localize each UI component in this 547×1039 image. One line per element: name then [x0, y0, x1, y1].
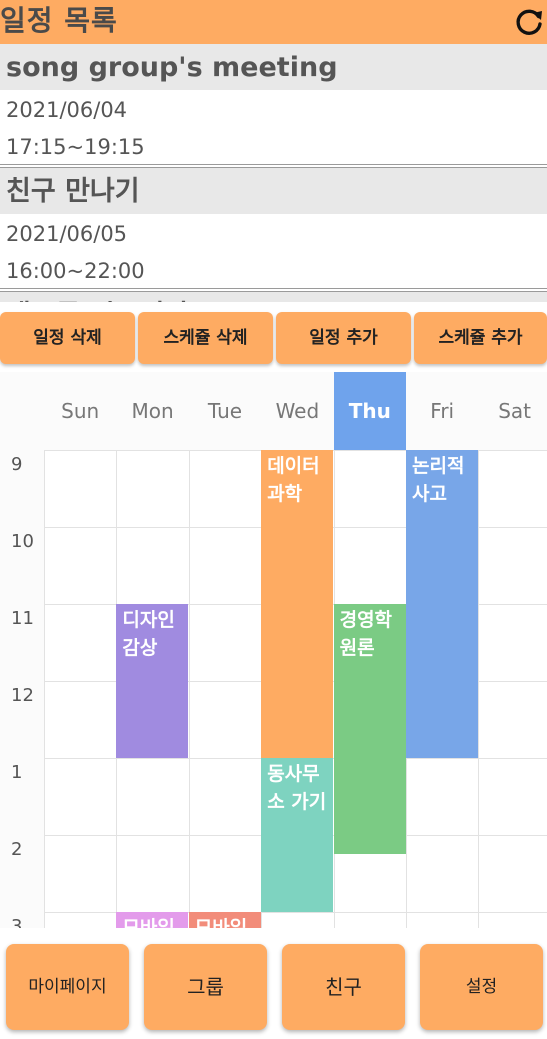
grid-column-line — [478, 450, 480, 928]
refresh-icon[interactable] — [513, 6, 545, 38]
schedule-title: 캡스톤 시드니카 — [0, 292, 547, 302]
schedule-time: 17:15~19:15 — [6, 135, 145, 159]
hour-label: 1 — [11, 762, 23, 783]
schedule-date: 2021/06/05 — [6, 222, 128, 246]
timetable-grid[interactable]: 데이터 과학 논리적 사고 디자인 감상 경영학 원론 동사무 소 가기 모바일 모바일 — [44, 450, 547, 928]
bottom-nav: 마이페이지 그룹 친구 설정 — [0, 928, 547, 1039]
schedule-item[interactable]: 캡스톤 시드니카 — [0, 292, 547, 302]
schedule-item[interactable]: 친구 만나기 2021/06/05 16:00~22:00 — [0, 168, 547, 292]
timetable[interactable]: Sun Mon Tue Wed Thu Fri Sat 9 10 11 12 1 2 3 데이터 과학 논… — [0, 372, 547, 928]
settings-button[interactable]: 설정 — [420, 944, 543, 1030]
schedule-time: 16:00~22:00 — [6, 259, 145, 283]
timetable-event[interactable]: 경영학 원론 — [333, 604, 406, 855]
day-label-sat: Sat — [498, 399, 531, 423]
day-label-fri: Fri — [430, 399, 455, 423]
timetable-event[interactable]: 데이터 과학 — [261, 450, 334, 758]
delete-event-button[interactable]: 일정 삭제 — [0, 312, 135, 364]
group-button[interactable]: 그룹 — [144, 944, 267, 1030]
schedule-title: song group's meeting — [0, 44, 547, 90]
timetable-event[interactable]: 디자인 감상 — [116, 604, 189, 758]
delete-schedule-button[interactable]: 스케쥴 삭제 — [138, 312, 273, 364]
timetable-event[interactable]: 논리적 사고 — [406, 450, 478, 758]
grid-column-line — [188, 450, 190, 928]
add-event-button[interactable]: 일정 추가 — [276, 312, 411, 364]
hour-label: 9 — [11, 454, 23, 475]
mypage-button[interactable]: 마이페이지 — [6, 944, 129, 1030]
day-label-wed: Wed — [275, 399, 320, 423]
day-label-mon: Mon — [131, 399, 174, 423]
hour-label: 3 — [11, 916, 23, 928]
hour-label: 2 — [11, 839, 23, 860]
timetable-event[interactable]: 동사무 소 가기 — [261, 758, 334, 912]
action-buttons: 일정 삭제 스케쥴 삭제 일정 추가 스케쥴 추가 — [0, 312, 547, 364]
hour-label: 12 — [11, 685, 34, 706]
schedule-title: 친구 만나기 — [0, 168, 547, 214]
hour-label: 11 — [11, 608, 34, 629]
page-title: 일정 목록 — [0, 4, 118, 37]
friends-button[interactable]: 친구 — [282, 944, 405, 1030]
timetable-event[interactable]: 모바일 — [116, 912, 189, 928]
add-schedule-button[interactable]: 스케쥴 추가 — [414, 312, 547, 364]
schedule-item[interactable]: song group's meeting 2021/06/04 17:15~19… — [0, 44, 547, 168]
schedule-list[interactable]: song group's meeting 2021/06/04 17:15~19… — [0, 44, 547, 302]
grid-column-line — [44, 450, 45, 928]
hour-label: 10 — [11, 531, 34, 552]
app-header: 일정 목록 — [0, 0, 547, 44]
day-label-tue: Tue — [207, 399, 243, 423]
app-root: 일정 목록 song group's meeting 2021/06/04 17… — [0, 0, 547, 1039]
day-label-thu: Thu — [333, 372, 406, 450]
schedule-date: 2021/06/04 — [6, 98, 128, 122]
day-label-sun: Sun — [61, 399, 100, 423]
timetable-event[interactable]: 모바일 — [188, 912, 261, 928]
